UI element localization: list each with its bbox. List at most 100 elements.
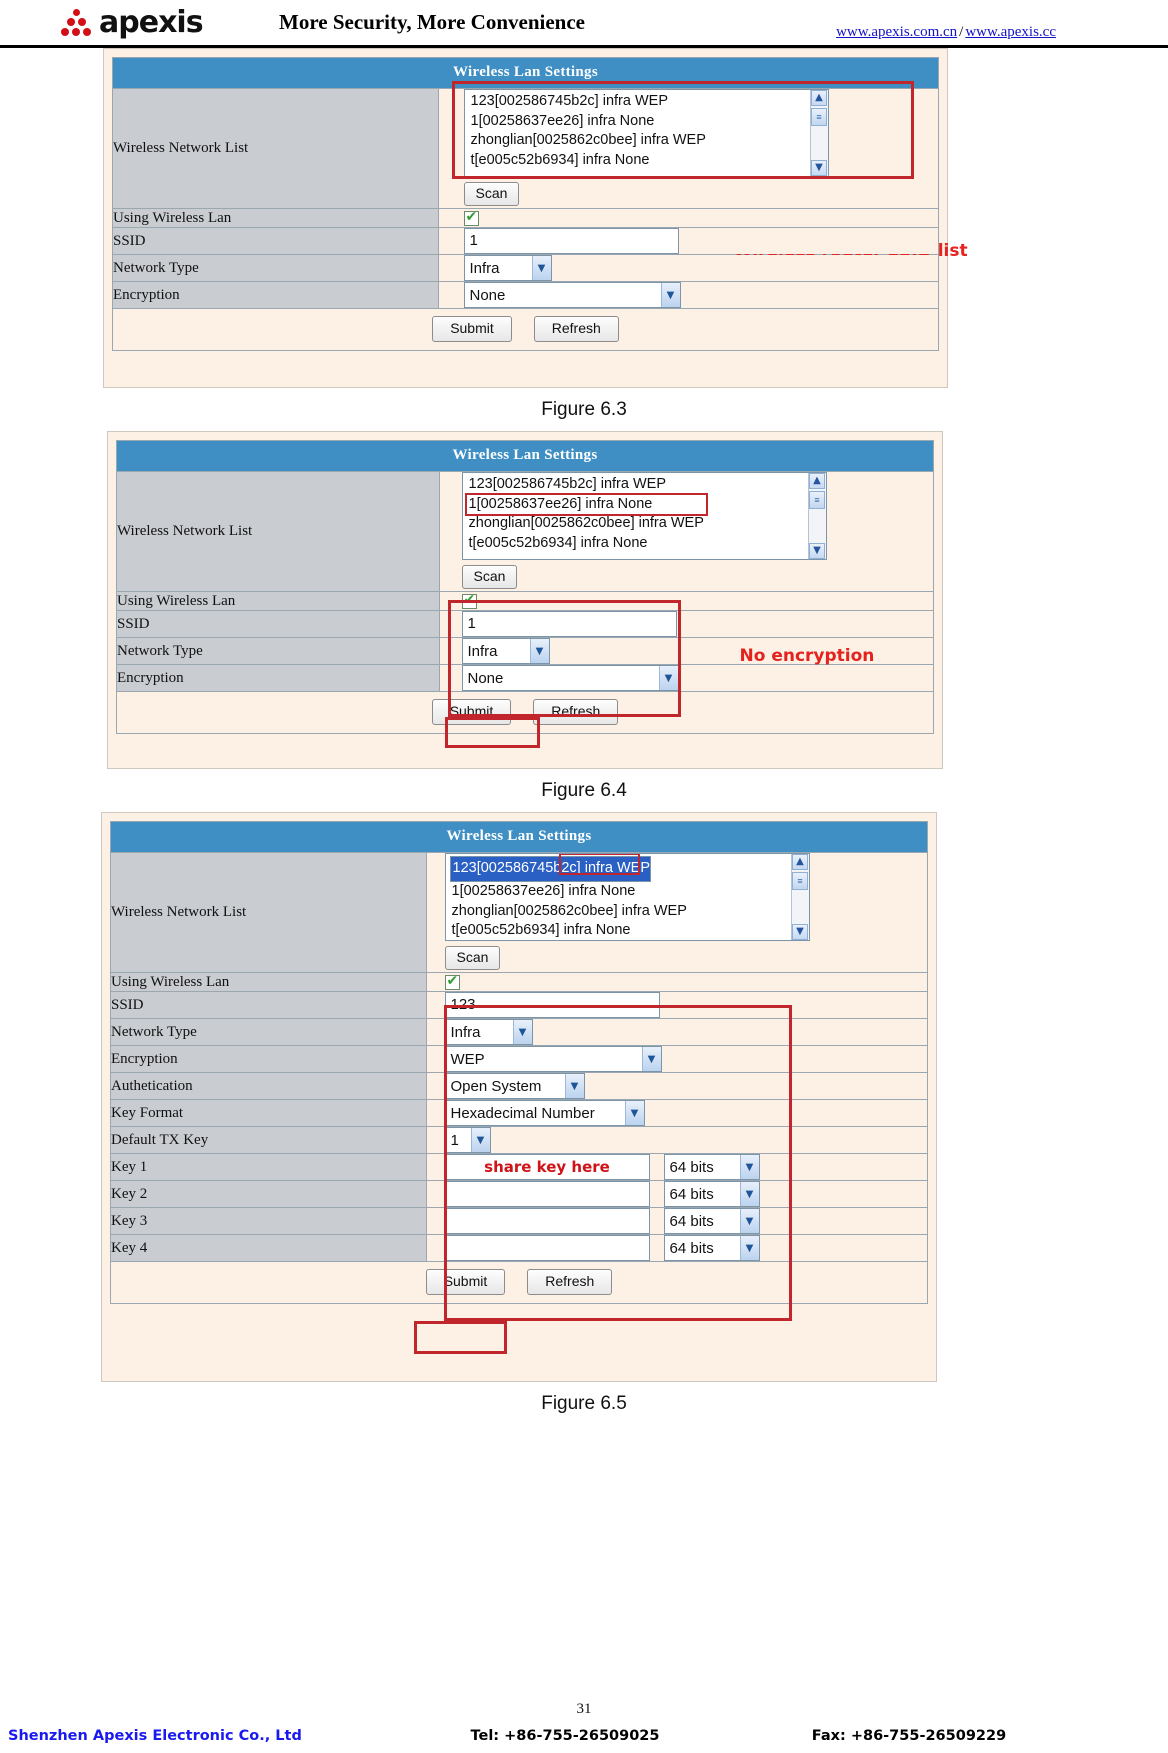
authentication-value-65: Open System — [450, 1077, 542, 1095]
submit-button-64[interactable]: Submit — [431, 699, 512, 725]
scroll-down-icon[interactable]: ▼ — [811, 160, 827, 176]
key4-input-65[interactable] — [444, 1235, 650, 1261]
network-list-box-63[interactable]: 123[002586745b2c] infra WEP 1[00258637ee… — [463, 89, 829, 177]
submit-button-65[interactable]: Submit — [425, 1269, 506, 1295]
label-ssid-65: SSID — [111, 991, 427, 1019]
encryption-select-63[interactable]: None ▼ — [463, 282, 681, 308]
network-list-box-64[interactable]: 123[002586745b2c] infra WEP 1[00258637ee… — [461, 472, 827, 560]
scroll-up-icon[interactable]: ▲ — [792, 854, 808, 870]
network-type-select-64[interactable]: Infra ▼ — [461, 638, 550, 664]
label-network-type-65: Network Type — [111, 1018, 427, 1046]
label-network-list-65: Wireless Network List — [111, 852, 427, 973]
chevron-down-icon[interactable]: ▼ — [739, 1155, 759, 1179]
list-item[interactable]: zhonglian[0025862c0bee] infra WEP — [469, 131, 828, 151]
chevron-down-icon[interactable]: ▼ — [531, 256, 551, 280]
chevron-down-icon[interactable]: ▼ — [641, 1047, 661, 1071]
list-item[interactable]: 1[00258637ee26] infra None — [450, 882, 809, 902]
wireless-lan-settings-form-64: Wireless Lan Settings Wireless Network L… — [116, 440, 934, 734]
scan-button-63[interactable]: Scan — [463, 182, 520, 206]
key1-input-65[interactable]: share key here — [444, 1154, 650, 1180]
ssid-input-65[interactable]: 123 — [444, 992, 660, 1018]
label-using-wireless-65: Using Wireless Lan — [111, 972, 427, 992]
key-format-select-65[interactable]: Hexadecimal Number ▼ — [444, 1100, 645, 1126]
cell-network-type-64: Infra ▼ No encryption — [439, 637, 933, 666]
table-row-encryption-63: Encryption None ▼ — [113, 281, 938, 309]
key1-bits-select-65[interactable]: 64 bits ▼ — [663, 1154, 760, 1180]
chevron-down-icon[interactable]: ▼ — [470, 1128, 490, 1152]
chevron-down-icon[interactable]: ▼ — [739, 1209, 759, 1233]
ssid-input-63[interactable]: 1 — [463, 228, 679, 254]
network-type-select-63[interactable]: Infra ▼ — [463, 255, 552, 281]
panel-title-63: Wireless Lan Settings — [113, 58, 938, 88]
encryption-value-64: None — [467, 669, 504, 687]
chevron-down-icon[interactable]: ▼ — [512, 1020, 532, 1044]
key2-bits-value-65: 64 bits — [669, 1185, 714, 1203]
chevron-down-icon[interactable]: ▼ — [529, 639, 549, 663]
scrollbar-64[interactable]: ▲ ≡ ▼ — [807, 473, 826, 559]
list-item[interactable]: 1[00258637ee26] infra None — [469, 112, 828, 132]
scroll-thumb[interactable]: ≡ — [811, 108, 827, 126]
list-item[interactable]: 123[002586745b2c] infra WEP — [449, 856, 651, 882]
wireless-lan-settings-form-63: Wireless Lan Settings Wireless Network L… — [112, 57, 968, 351]
brand-logo: apexis — [0, 0, 255, 46]
scroll-up-icon[interactable]: ▲ — [809, 473, 825, 489]
using-wireless-checkbox-63[interactable] — [463, 209, 479, 226]
scroll-up-icon[interactable]: ▲ — [811, 90, 827, 106]
figure-6-5-block: Wireless Lan Settings Wireless Network L… — [0, 812, 1168, 1425]
label-ssid-63: SSID — [113, 227, 439, 255]
using-wireless-checkbox-64[interactable] — [461, 592, 477, 609]
chevron-down-icon[interactable]: ▼ — [739, 1236, 759, 1260]
key3-bits-value-65: 64 bits — [669, 1212, 714, 1230]
link-apexis-cc[interactable]: www.apexis.cc — [965, 24, 1056, 40]
scan-button-64[interactable]: Scan — [461, 565, 518, 589]
key3-bits-select-65[interactable]: 64 bits ▼ — [663, 1208, 760, 1234]
ssid-input-64[interactable]: 1 — [461, 611, 677, 637]
encryption-select-65[interactable]: WEP ▼ — [444, 1046, 662, 1072]
key2-bits-select-65[interactable]: 64 bits ▼ — [663, 1181, 760, 1207]
network-type-select-65[interactable]: Infra ▼ — [444, 1019, 533, 1045]
scrollbar-63[interactable]: ▲ ≡ ▼ — [809, 90, 828, 176]
default-tx-key-select-65[interactable]: 1 ▼ — [444, 1127, 491, 1153]
scrollbar-65[interactable]: ▲ ≡ ▼ — [790, 854, 809, 940]
header-tagline: More Security, More Convenience — [279, 10, 585, 34]
network-list-box-65[interactable]: 123[002586745b2c] infra WEP 1[00258637ee… — [444, 853, 810, 941]
list-item[interactable]: zhonglian[0025862c0bee] infra WEP — [450, 902, 809, 922]
chevron-down-icon[interactable]: ▼ — [658, 666, 678, 690]
refresh-button-65[interactable]: Refresh — [527, 1269, 613, 1295]
key4-bits-select-65[interactable]: 64 bits ▼ — [663, 1235, 760, 1261]
chevron-down-icon[interactable]: ▼ — [564, 1074, 584, 1098]
refresh-button-63[interactable]: Refresh — [533, 316, 619, 342]
scroll-down-icon[interactable]: ▼ — [792, 924, 808, 940]
list-item[interactable]: 123[002586745b2c] infra WEP — [467, 475, 826, 495]
cell-network-type-65: Infra ▼ — [426, 1018, 927, 1046]
submit-button-63[interactable]: Submit — [432, 316, 512, 342]
label-using-wireless-64: Using Wireless Lan — [117, 591, 440, 611]
link-apexis-com-cn[interactable]: www.apexis.com.cn — [836, 24, 957, 40]
authentication-select-65[interactable]: Open System ▼ — [444, 1073, 585, 1099]
refresh-button-64[interactable]: Refresh — [533, 699, 619, 725]
table-row-encryption-64: Encryption None ▼ — [117, 664, 933, 692]
key2-input-65[interactable] — [444, 1181, 650, 1207]
chevron-down-icon[interactable]: ▼ — [739, 1182, 759, 1206]
scroll-down-icon[interactable]: ▼ — [809, 543, 825, 559]
list-item[interactable]: t[e005c52b6934] infra None — [469, 151, 828, 171]
using-wireless-checkbox-65[interactable] — [444, 973, 460, 990]
scroll-thumb[interactable]: ≡ — [792, 872, 808, 890]
list-item[interactable]: t[e005c52b6934] infra None — [450, 921, 809, 940]
scan-button-65[interactable]: Scan — [444, 946, 501, 970]
label-network-list-64: Wireless Network List — [117, 471, 440, 592]
list-item[interactable]: 1[00258637ee26] infra None — [467, 495, 826, 515]
chevron-down-icon[interactable]: ▼ — [660, 283, 680, 307]
network-type-value-64: Infra — [467, 642, 498, 660]
scroll-thumb[interactable]: ≡ — [809, 491, 825, 509]
list-item[interactable]: 123[002586745b2c] infra WEP — [469, 92, 828, 112]
chevron-down-icon[interactable]: ▼ — [624, 1101, 644, 1125]
label-network-type-63: Network Type — [113, 254, 439, 282]
list-item[interactable]: zhonglian[0025862c0bee] infra WEP — [467, 514, 826, 534]
key3-input-65[interactable] — [444, 1208, 650, 1234]
label-network-type-64: Network Type — [117, 637, 440, 665]
list-item[interactable]: t[e005c52b6934] infra None — [467, 534, 826, 554]
cell-encryption-64: None ▼ — [439, 664, 933, 692]
cell-ssid-64: 1 — [439, 610, 933, 638]
encryption-select-64[interactable]: None ▼ — [461, 665, 679, 691]
